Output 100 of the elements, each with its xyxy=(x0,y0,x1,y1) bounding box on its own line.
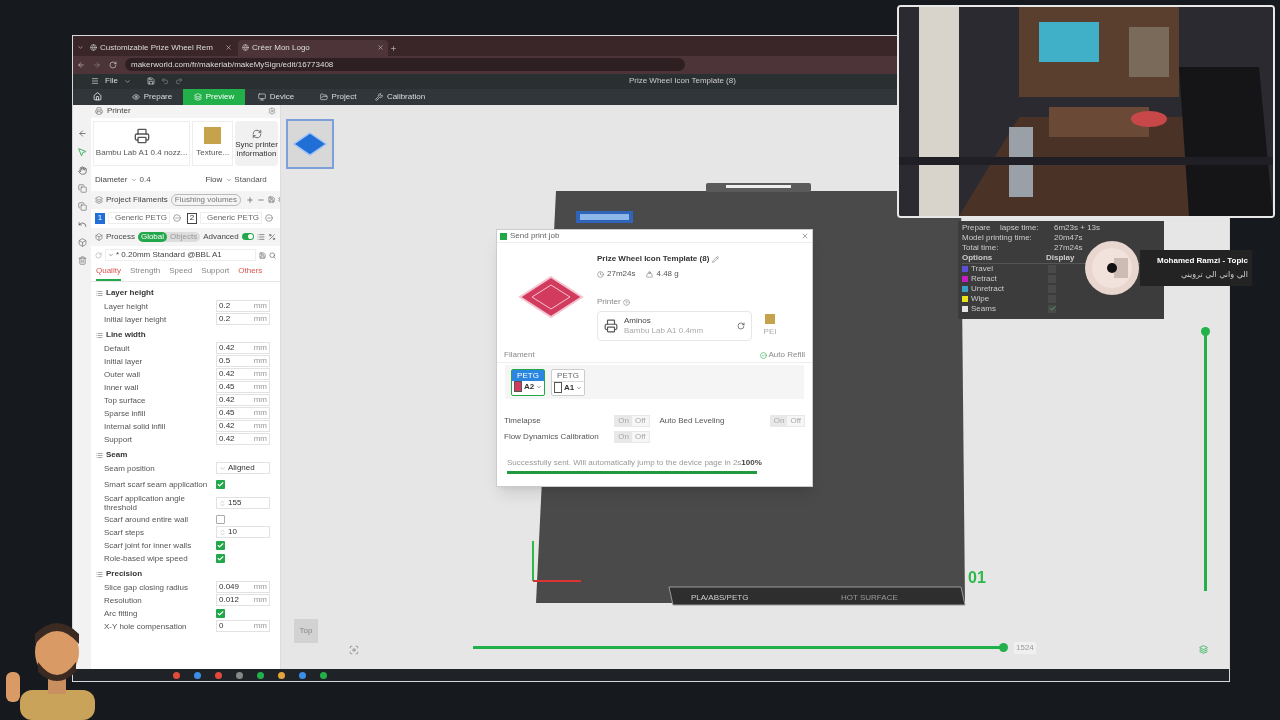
flow-dropdown[interactable]: Standard xyxy=(226,173,267,186)
undo-icon[interactable] xyxy=(77,219,87,229)
number-field[interactable]: 0.012 mm xyxy=(216,594,270,607)
percent-icon[interactable] xyxy=(268,232,276,241)
setting-label: Support xyxy=(104,434,134,444)
delete-icon[interactable] xyxy=(77,255,87,265)
close-icon[interactable] xyxy=(377,44,384,52)
back-icon[interactable] xyxy=(77,128,87,138)
help-icon xyxy=(622,298,630,306)
number-field[interactable]: 0.2 mm xyxy=(216,313,270,326)
redo-icon[interactable] xyxy=(174,77,183,86)
save-icon[interactable] xyxy=(259,251,266,259)
number-field[interactable]: 0.42 mm xyxy=(216,394,270,407)
close-icon[interactable] xyxy=(801,232,809,240)
printer-selector[interactable]: Aminos Bambu Lab A1 0.4mm xyxy=(597,311,752,341)
taskbar-icon[interactable] xyxy=(320,671,327,679)
slider-thumb[interactable] xyxy=(999,642,1008,652)
diameter-dropdown[interactable]: 0.4 xyxy=(131,173,182,186)
new-tab-icon[interactable] xyxy=(390,44,397,52)
settings-tab[interactable]: Strength xyxy=(129,264,161,281)
copy-icon[interactable] xyxy=(77,183,87,193)
settings-tab[interactable]: Others xyxy=(238,264,263,281)
back-icon[interactable] xyxy=(77,60,85,69)
taskbar-icon[interactable] xyxy=(173,671,180,679)
fit-view-icon[interactable] xyxy=(349,644,359,655)
slider-thumb[interactable] xyxy=(1201,326,1210,336)
plate-thumbnail[interactable] xyxy=(286,118,334,169)
number-field[interactable]: 0.42 mm xyxy=(216,342,270,355)
checkbox[interactable] xyxy=(216,479,225,489)
object-icon[interactable] xyxy=(77,237,87,247)
number-field[interactable]: 0.5 mm xyxy=(216,355,270,368)
forward-icon[interactable] xyxy=(93,60,101,69)
sync-printer-button[interactable]: Sync printer information xyxy=(235,120,278,166)
filament-slot[interactable]: PETG A1 xyxy=(551,368,585,396)
preset-dropdown[interactable]: * 0.20mm Standard @BBL A1 xyxy=(105,249,256,262)
dropdown[interactable]: Aligned xyxy=(216,462,270,475)
filament-slot[interactable]: PETG A2 xyxy=(511,368,545,396)
spin-field[interactable]: 155 xyxy=(216,497,270,510)
taskbar-icon[interactable] xyxy=(257,671,264,679)
list-icon[interactable] xyxy=(257,232,265,241)
display-checkbox[interactable] xyxy=(1048,264,1056,273)
checkbox[interactable] xyxy=(216,540,225,550)
filament-dropdown[interactable]: Generic PETG xyxy=(108,212,170,225)
browser-tab[interactable]: Créer Mon Logo xyxy=(238,39,388,56)
browser-tab[interactable]: Customizable Prize Wheel Rem xyxy=(86,39,236,56)
checkbox[interactable] xyxy=(216,553,225,563)
paste-icon[interactable] xyxy=(77,201,87,211)
number-field[interactable]: 0.42 mm xyxy=(216,368,270,381)
edit-icon[interactable] xyxy=(712,255,720,263)
settings-tab[interactable]: Quality xyxy=(96,264,121,281)
refresh-icon xyxy=(251,128,262,139)
nav-tab[interactable]: Calibration xyxy=(369,88,431,105)
checkbox[interactable] xyxy=(216,514,225,524)
tab-list-icon[interactable] xyxy=(77,43,84,51)
filament-index: 1 xyxy=(95,212,105,224)
plate-card[interactable]: Texture... xyxy=(192,120,234,166)
checkbox[interactable] xyxy=(216,608,225,618)
section-title: Process xyxy=(106,230,135,243)
number-field[interactable]: 0.45 mm xyxy=(216,381,270,394)
printer-card[interactable]: Bambu Lab A1 0.4 nozz... xyxy=(93,120,191,166)
filament-dropdown[interactable]: Generic PETG xyxy=(200,212,262,225)
undo-icon[interactable] xyxy=(160,77,169,86)
taskbar-icon[interactable] xyxy=(236,671,243,679)
remove-icon[interactable] xyxy=(265,214,273,223)
home-icon[interactable] xyxy=(92,92,102,102)
number-field[interactable]: 0 mm xyxy=(216,620,270,633)
search-icon[interactable] xyxy=(269,251,276,259)
number-field[interactable]: 0.049 mm xyxy=(216,581,270,594)
taskbar-icon[interactable] xyxy=(299,671,306,679)
nav-tab[interactable]: Prepare xyxy=(121,88,183,105)
nav-tab[interactable]: Project xyxy=(307,88,369,105)
advanced-switch[interactable] xyxy=(241,233,254,241)
spin-field[interactable]: 10 xyxy=(216,526,270,539)
close-icon[interactable] xyxy=(225,44,232,52)
number-field[interactable]: 0.42 mm xyxy=(216,420,270,433)
reset-icon[interactable] xyxy=(95,251,102,259)
layers-icon[interactable] xyxy=(1199,644,1208,654)
layers-icon xyxy=(193,92,202,101)
auto-refill-toggle[interactable]: Auto Refill xyxy=(759,349,805,361)
settings-tab[interactable]: Speed xyxy=(169,264,193,281)
number-field[interactable]: 0.2 mm xyxy=(216,300,270,313)
number-field[interactable]: 0.42 mm xyxy=(216,433,270,446)
save-icon[interactable] xyxy=(268,196,276,204)
display-checkbox[interactable] xyxy=(1048,304,1056,313)
taskbar-icon[interactable] xyxy=(278,671,285,679)
settings-tab[interactable]: Support xyxy=(201,264,230,281)
file-menu[interactable]: File xyxy=(105,75,118,88)
menu-icon[interactable] xyxy=(91,77,99,86)
number-field[interactable]: 0.45 mm xyxy=(216,407,270,420)
reload-icon[interactable] xyxy=(109,60,117,69)
pan-icon[interactable] xyxy=(77,165,87,175)
remove-icon[interactable] xyxy=(173,214,181,223)
nav-tab[interactable]: Device xyxy=(245,88,307,105)
setting-label: Sparse infill xyxy=(104,408,147,418)
taskbar-icon[interactable] xyxy=(215,671,222,679)
column-header: Display xyxy=(1046,251,1075,264)
select-icon[interactable] xyxy=(77,146,87,157)
taskbar-icon[interactable] xyxy=(194,671,201,679)
add-icon[interactable] xyxy=(246,195,255,204)
address-bar[interactable]: makerworld.com/fr/makerlab/makeMySign/edit/16773408 xyxy=(125,58,685,72)
